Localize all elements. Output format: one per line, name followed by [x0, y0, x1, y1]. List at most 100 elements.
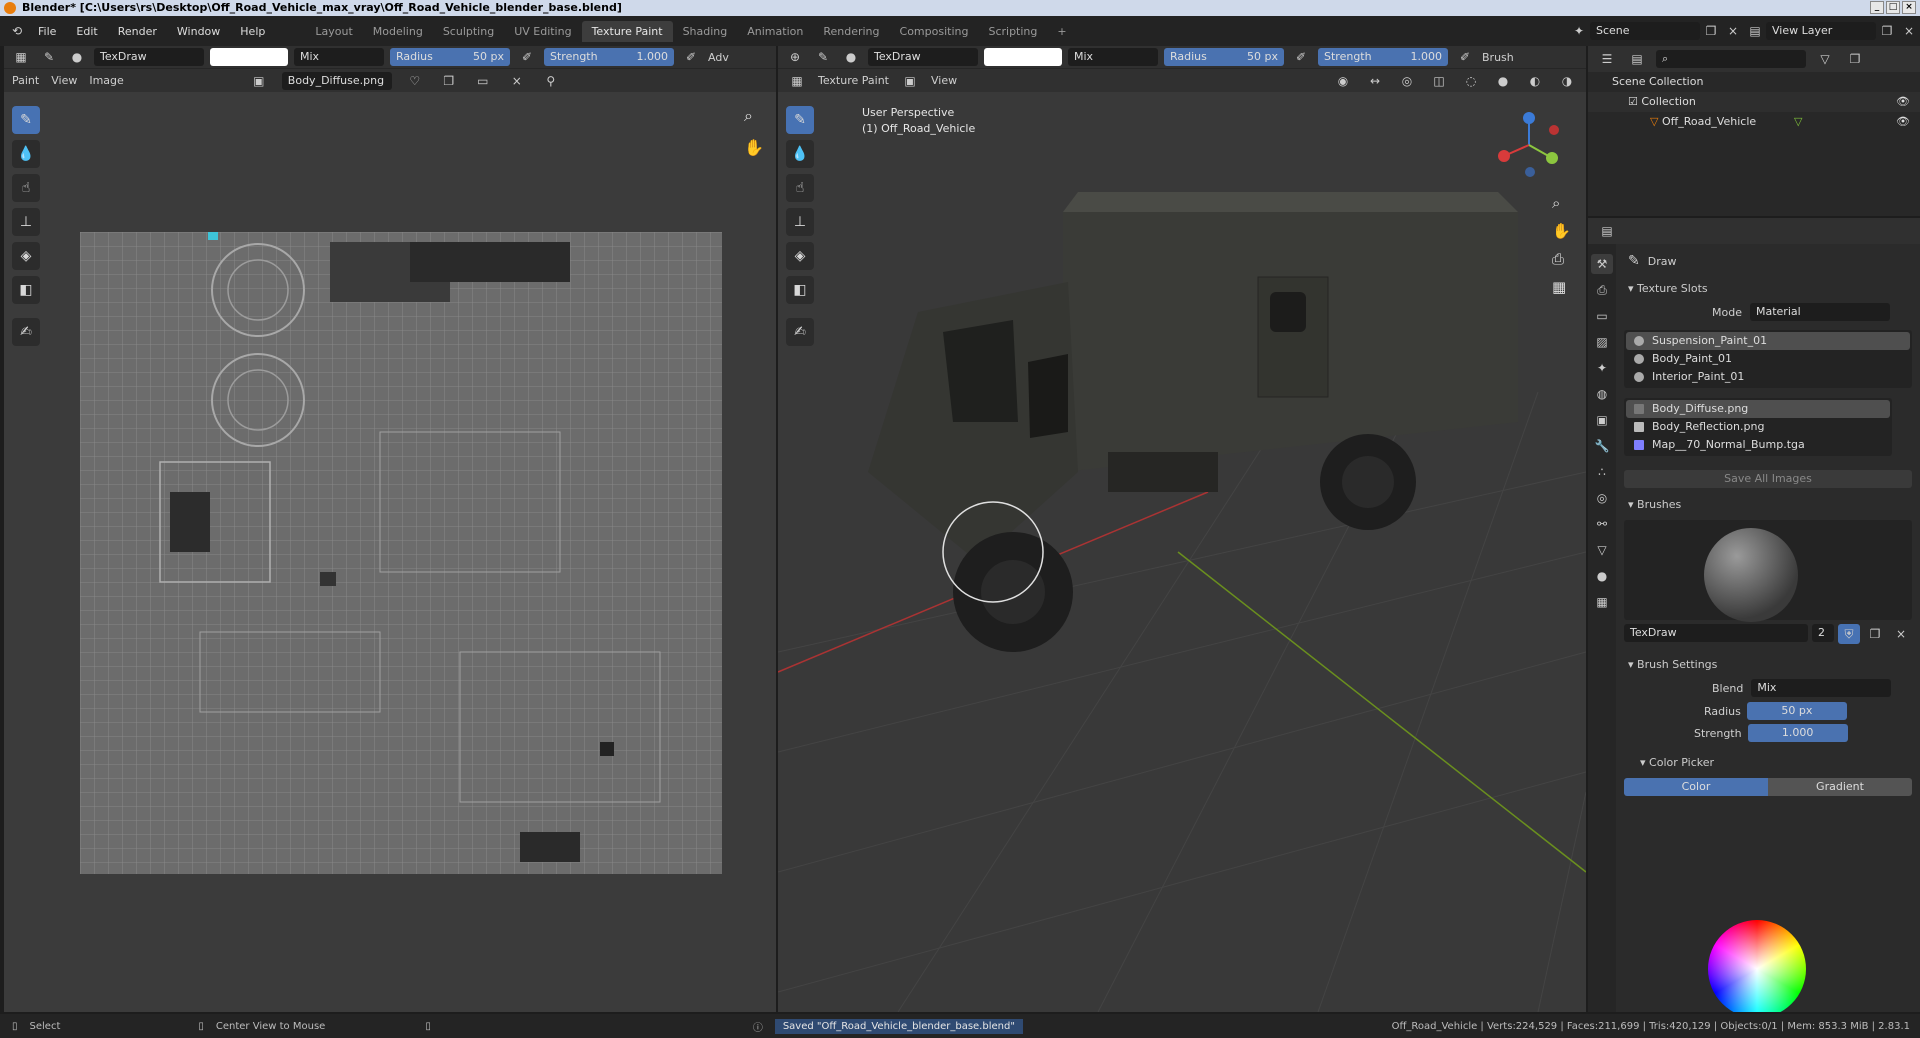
collection-row[interactable]: ☑ Collection 👁: [1588, 92, 1920, 112]
radius-slider[interactable]: Radius 50 px: [1164, 48, 1284, 66]
mode-select[interactable]: Texture Paint: [818, 74, 889, 87]
material-slot[interactable]: Suspension_Paint_01: [1626, 332, 1910, 350]
clone-tool-icon[interactable]: ⊥: [786, 208, 814, 236]
tab-scripting[interactable]: Scripting: [978, 21, 1047, 42]
strength-pressure-icon[interactable]: ✐: [1454, 47, 1476, 67]
scene-collection-row[interactable]: Scene Collection: [1588, 72, 1920, 92]
display-mode-icon[interactable]: ▤: [1626, 49, 1648, 69]
new-view-layer-icon[interactable]: ❐: [1876, 21, 1898, 41]
world-tab-icon[interactable]: ◍: [1591, 384, 1613, 404]
radius-pressure-icon[interactable]: ✐: [516, 47, 538, 67]
annotate-tool-icon[interactable]: ✍: [786, 318, 814, 346]
scene-icon[interactable]: ✦: [1568, 21, 1590, 41]
tab-gradient[interactable]: Gradient: [1768, 778, 1912, 796]
tab-rendering[interactable]: Rendering: [813, 21, 889, 42]
ortho-grid-icon[interactable]: ▦: [1552, 278, 1566, 296]
tab-uv-editing[interactable]: UV Editing: [504, 21, 581, 42]
material-slot[interactable]: Interior_Paint_01: [1626, 368, 1910, 386]
pin-icon[interactable]: ⚲: [540, 71, 562, 91]
minimize-button[interactable]: _: [1870, 1, 1884, 14]
camera-icon[interactable]: ⎙: [1552, 250, 1564, 268]
material-shading-icon[interactable]: ◐: [1524, 71, 1546, 91]
pan-hand-icon[interactable]: ✋: [744, 138, 764, 157]
menu-image[interactable]: Image: [89, 74, 123, 87]
menu-view[interactable]: View: [51, 74, 77, 87]
menu-help[interactable]: Help: [230, 25, 275, 38]
smear-tool-icon[interactable]: ☝: [786, 174, 814, 202]
brush-color-swatch[interactable]: [984, 48, 1062, 66]
strength-slider[interactable]: Strength 1.000: [1318, 48, 1448, 66]
remove-view-layer-icon[interactable]: ×: [1898, 21, 1920, 41]
soften-tool-icon[interactable]: 💧: [786, 140, 814, 168]
texture-tab-icon[interactable]: ▦: [1591, 592, 1613, 612]
brush-name-field[interactable]: TexDraw: [868, 48, 978, 66]
tab-animation[interactable]: Animation: [737, 21, 813, 42]
strength-field[interactable]: 1.000: [1747, 724, 1848, 742]
brush-preview-icon[interactable]: ●: [840, 47, 862, 67]
physics-tab-icon[interactable]: ◎: [1591, 488, 1613, 508]
view-layer-icon[interactable]: ▤: [1744, 21, 1766, 41]
navigation-gizmo[interactable]: [1494, 110, 1564, 180]
color-wheel[interactable]: [1708, 920, 1806, 1012]
fill-tool-icon[interactable]: ◈: [12, 242, 40, 270]
unlink-image-icon[interactable]: ×: [506, 71, 528, 91]
modifier-tab-icon[interactable]: 🔧: [1591, 436, 1613, 456]
scene-field[interactable]: Scene: [1590, 22, 1700, 40]
tab-color[interactable]: Color: [1624, 778, 1768, 796]
object-tab-icon[interactable]: ▣: [1591, 410, 1613, 430]
image-browse-icon[interactable]: ▣: [248, 71, 270, 91]
remove-scene-icon[interactable]: ×: [1722, 21, 1744, 41]
solid-shading-icon[interactable]: ●: [1492, 71, 1514, 91]
soften-tool-icon[interactable]: 💧: [12, 140, 40, 168]
image-slot[interactable]: Body_Diffuse.png: [1626, 400, 1890, 418]
image-name-field[interactable]: Body_Diffuse.png: [281, 71, 392, 90]
duplicate-brush-icon[interactable]: ❐: [1864, 624, 1886, 644]
image-slot[interactable]: Body_Reflection.png: [1626, 418, 1890, 436]
image-slot[interactable]: Map__70_Normal_Bump.tga: [1626, 436, 1890, 454]
blend-mode-select[interactable]: Mix: [1068, 48, 1158, 66]
menu-file[interactable]: File: [28, 25, 66, 38]
wireframe-shading-icon[interactable]: ◌: [1460, 71, 1482, 91]
strength-slider[interactable]: Strength 1.000: [544, 48, 674, 66]
constraints-tab-icon[interactable]: ⚯: [1591, 514, 1613, 534]
tool-tab-icon[interactable]: ⚒: [1591, 254, 1613, 274]
advanced-menu[interactable]: Adv: [708, 51, 729, 64]
zoom-icon[interactable]: ⌕: [1552, 194, 1560, 212]
tab-texture-paint[interactable]: Texture Paint: [581, 20, 673, 42]
maximize-button[interactable]: □: [1886, 1, 1900, 14]
output-tab-icon[interactable]: ▭: [1591, 306, 1613, 326]
close-button[interactable]: ×: [1902, 1, 1916, 14]
tab-sculpting[interactable]: Sculpting: [433, 21, 504, 42]
filter-icon[interactable]: ▽: [1814, 49, 1836, 69]
new-scene-icon[interactable]: ❐: [1700, 21, 1722, 41]
checkbox-icon[interactable]: ☑: [1628, 95, 1638, 108]
fill-tool-icon[interactable]: ◈: [786, 242, 814, 270]
fake-user-shield-icon[interactable]: ⛨: [1838, 624, 1860, 644]
3d-viewport[interactable]: User Perspective (1) Off_Road_Vehicle ✎ …: [778, 92, 1586, 1012]
radius-slider[interactable]: Radius 50 px: [390, 48, 510, 66]
color-picker-panel-header[interactable]: ▾ Color Picker: [1616, 752, 1920, 774]
menu-view[interactable]: View: [931, 74, 957, 87]
visibility-icon[interactable]: ◉: [1332, 71, 1354, 91]
pan-hand-icon[interactable]: ✋: [1552, 222, 1571, 240]
tab-modeling[interactable]: Modeling: [363, 21, 433, 42]
save-all-images-button[interactable]: Save All Images: [1624, 470, 1912, 488]
eye-icon[interactable]: 👁: [1896, 92, 1910, 112]
view-layer-tab-icon[interactable]: ▨: [1591, 332, 1613, 352]
add-workspace-icon[interactable]: +: [1047, 21, 1076, 42]
view-layer-field[interactable]: View Layer: [1766, 22, 1876, 40]
eye-icon[interactable]: 👁: [1896, 112, 1910, 132]
brush-tool-icon[interactable]: ✎: [38, 47, 60, 67]
rendered-shading-icon[interactable]: ◑: [1556, 71, 1578, 91]
radius-pressure-icon[interactable]: ✐: [1290, 47, 1312, 67]
brush-preview[interactable]: [1624, 520, 1912, 622]
brush-color-swatch[interactable]: [210, 48, 288, 66]
scene-tab-icon[interactable]: ✦: [1591, 358, 1613, 378]
blender-menu-icon[interactable]: ⟲: [6, 21, 28, 41]
xray-icon[interactable]: ◫: [1428, 71, 1450, 91]
fake-user-icon[interactable]: ♡: [404, 71, 426, 91]
editor-type-icon[interactable]: ▦: [10, 47, 32, 67]
zoom-icon[interactable]: ⌕: [744, 106, 753, 126]
brush-preview-icon[interactable]: ●: [66, 47, 88, 67]
outliner-search-input[interactable]: ⌕: [1656, 50, 1806, 68]
